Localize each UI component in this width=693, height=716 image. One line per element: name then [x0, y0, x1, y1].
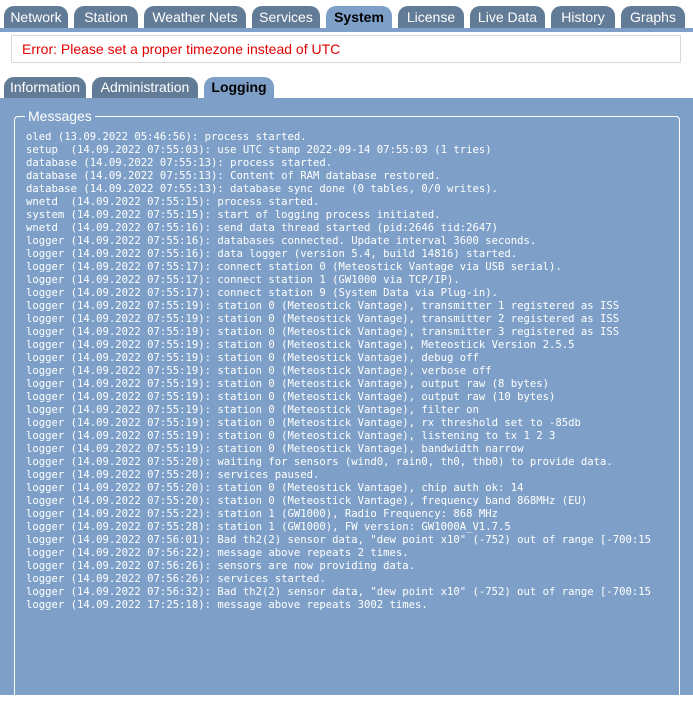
log-line: logger (14.09.2022 07:55:20): station 0 …	[26, 482, 524, 494]
messages-legend: Messages	[25, 107, 95, 125]
log-line: logger (14.09.2022 07:55:19): station 0 …	[26, 300, 620, 312]
log-line: logger (14.09.2022 07:55:19): station 0 …	[26, 326, 620, 338]
log-line: logger (14.09.2022 07:56:01): Bad th2(2)…	[26, 534, 652, 546]
log-line: logger (14.09.2022 07:55:19): station 0 …	[26, 352, 479, 364]
tab-services[interactable]: Services	[252, 6, 320, 28]
tab-history[interactable]: History	[551, 6, 615, 28]
log-line: database (14.09.2022 07:55:13): process …	[26, 157, 333, 169]
log-line: database (14.09.2022 07:55:13): database…	[26, 183, 498, 195]
log-line: wnetd (14.09.2022 07:55:16): send data t…	[26, 222, 498, 234]
log-line: logger (14.09.2022 07:55:19): station 0 …	[26, 430, 556, 442]
log-line: logger (14.09.2022 07:55:20): waiting fo…	[26, 456, 613, 468]
tab-system[interactable]: System	[326, 6, 392, 28]
log-line: logger (14.09.2022 07:55:19): station 0 …	[26, 365, 492, 377]
log-line: setup (14.09.2022 07:55:03): use UTC sta…	[26, 144, 492, 156]
log-line: wnetd (14.09.2022 07:55:15): process sta…	[26, 196, 320, 208]
log-line: logger (14.09.2022 07:56:26): sensors ar…	[26, 560, 416, 572]
log-line: logger (14.09.2022 07:55:17): connect st…	[26, 261, 562, 273]
tab-weather-nets[interactable]: Weather Nets	[144, 6, 246, 28]
log-line: logger (14.09.2022 07:55:20): station 0 …	[26, 495, 588, 507]
log-line: logger (14.09.2022 07:56:22): message ab…	[26, 547, 409, 559]
tab-station[interactable]: Station	[74, 6, 138, 28]
tab-administration[interactable]: Administration	[92, 77, 198, 98]
log-line: logger (14.09.2022 07:55:16): databases …	[26, 235, 537, 247]
log-line: logger (14.09.2022 07:56:32): Bad th2(2)…	[26, 586, 652, 598]
tab-bar-underline	[0, 28, 693, 32]
log-line: logger (14.09.2022 07:55:19): station 0 …	[26, 339, 575, 351]
log-line: logger (14.09.2022 07:55:19): station 0 …	[26, 443, 524, 455]
log-line: logger (14.09.2022 07:55:28): station 1 …	[26, 521, 511, 533]
tab-license[interactable]: License	[398, 6, 464, 28]
system-sub-tab-bar: Information Administration Logging	[0, 77, 693, 98]
log-line: logger (14.09.2022 07:55:20): services p…	[26, 469, 320, 481]
log-line: database (14.09.2022 07:55:13): Content …	[26, 170, 441, 182]
tab-information[interactable]: Information	[4, 77, 86, 98]
log-messages[interactable]: oled (13.09.2022 05:46:56): process star…	[26, 131, 682, 691]
tab-logging[interactable]: Logging	[204, 77, 274, 98]
log-line: logger (14.09.2022 07:55:17): connect st…	[26, 274, 460, 286]
log-line: logger (14.09.2022 07:55:16): data logge…	[26, 248, 518, 260]
log-line: logger (14.09.2022 07:55:17): connect st…	[26, 287, 498, 299]
tab-graphs[interactable]: Graphs	[621, 6, 685, 28]
log-line: logger (14.09.2022 07:56:26): services s…	[26, 573, 326, 585]
log-line: logger (14.09.2022 07:55:19): station 0 …	[26, 313, 620, 325]
tab-network[interactable]: Network	[4, 6, 68, 28]
timezone-error-message: Error: Please set a proper timezone inst…	[11, 35, 681, 63]
log-line: logger (14.09.2022 07:55:19): station 0 …	[26, 404, 479, 416]
log-line: logger (14.09.2022 17:25:18): message ab…	[26, 599, 428, 611]
log-line: oled (13.09.2022 05:46:56): process star…	[26, 131, 307, 143]
tab-live-data[interactable]: Live Data	[470, 6, 545, 28]
log-line: logger (14.09.2022 07:55:19): station 0 …	[26, 378, 549, 390]
main-tab-bar: Network Station Weather Nets Services Sy…	[0, 6, 693, 28]
log-line: logger (14.09.2022 07:55:19): station 0 …	[26, 417, 581, 429]
log-line: logger (14.09.2022 07:55:19): station 0 …	[26, 391, 556, 403]
log-line: system (14.09.2022 07:55:15): start of l…	[26, 209, 441, 221]
log-line: logger (14.09.2022 07:55:22): station 1 …	[26, 508, 498, 520]
